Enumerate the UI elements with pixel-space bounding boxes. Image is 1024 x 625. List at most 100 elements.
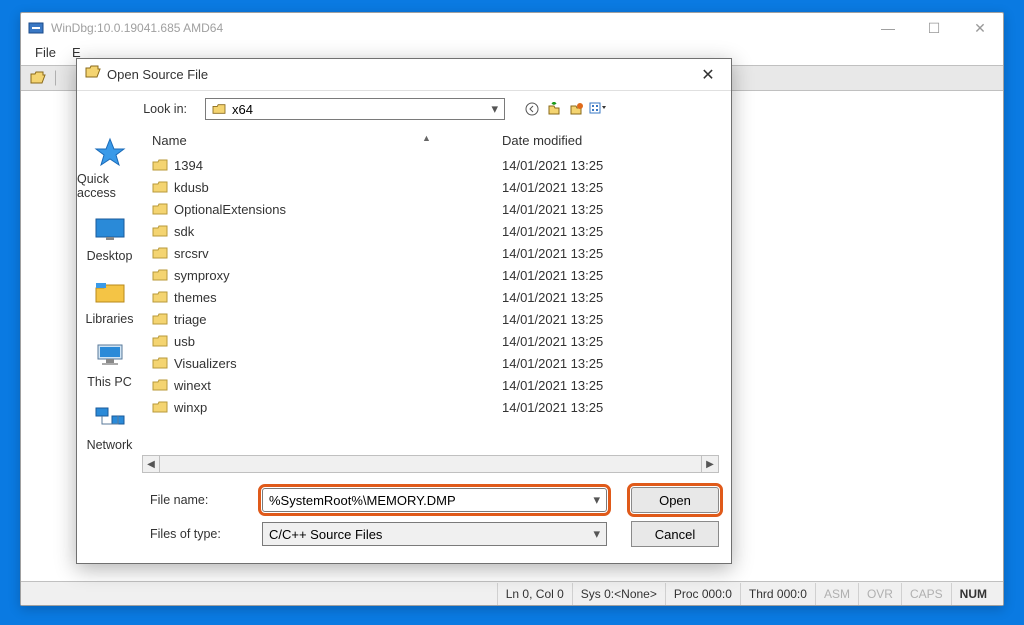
status-num: NUM — [951, 583, 995, 605]
dialog-body: Quick access Desktop Libraries This PC N… — [77, 127, 731, 563]
lookin-label: Look in: — [89, 102, 197, 116]
dialog-icon — [85, 65, 101, 84]
open-file-dialog: Open Source File ✕ Look in: x64 ▾ Quick … — [76, 58, 732, 564]
file-date: 14/01/2021 13:25 — [502, 290, 642, 305]
cancel-button[interactable]: Cancel — [631, 521, 719, 547]
lookin-row: Look in: x64 ▾ — [77, 91, 731, 127]
this-pc-icon — [90, 338, 130, 372]
sort-asc-icon: ▲ — [422, 133, 431, 143]
list-item[interactable]: Visualizers14/01/2021 13:25 — [142, 352, 719, 374]
place-network[interactable]: Network — [77, 401, 142, 452]
lookin-value: x64 — [232, 102, 253, 117]
file-name: sdk — [174, 224, 502, 239]
file-date: 14/01/2021 13:25 — [502, 158, 642, 173]
list-item[interactable]: triage14/01/2021 13:25 — [142, 308, 719, 330]
filetype-label: Files of type: — [142, 527, 262, 541]
scroll-right-icon[interactable]: ▶ — [701, 455, 719, 473]
window-title: WinDbg:10.0.19041.685 AMD64 — [51, 21, 865, 35]
status-thrd: Thrd 000:0 — [740, 583, 815, 605]
list-item[interactable]: OptionalExtensions14/01/2021 13:25 — [142, 198, 719, 220]
open-file-icon[interactable] — [27, 68, 49, 88]
horizontal-scrollbar[interactable]: ◀ ▶ — [142, 455, 719, 473]
app-icon — [27, 19, 45, 37]
toolbar-sep — [55, 70, 57, 86]
file-date: 14/01/2021 13:25 — [502, 202, 642, 217]
filename-value: %SystemRoot%\MEMORY.DMP — [269, 493, 456, 508]
file-list[interactable]: 139414/01/2021 13:25kdusb14/01/2021 13:2… — [142, 154, 719, 449]
filename-label: File name: — [142, 493, 262, 507]
list-item[interactable]: kdusb14/01/2021 13:25 — [142, 176, 719, 198]
maximize-button[interactable]: ☐ — [911, 13, 957, 43]
status-proc: Proc 000:0 — [665, 583, 740, 605]
lookin-select[interactable]: x64 ▾ — [205, 98, 505, 120]
scroll-left-icon[interactable]: ◀ — [142, 455, 160, 473]
file-name: kdusb — [174, 180, 502, 195]
file-name: themes — [174, 290, 502, 305]
list-header: Name ▲ Date modified — [142, 127, 719, 154]
col-date[interactable]: Date modified — [502, 133, 642, 148]
close-button[interactable]: ✕ — [957, 13, 1003, 43]
file-date: 14/01/2021 13:25 — [502, 224, 642, 239]
file-date: 14/01/2021 13:25 — [502, 246, 642, 261]
chevron-down-icon[interactable]: ▾ — [593, 526, 600, 542]
view-menu-icon[interactable] — [589, 100, 607, 118]
status-caps: CAPS — [901, 583, 951, 605]
places-bar: Quick access Desktop Libraries This PC N… — [77, 127, 142, 563]
file-name: OptionalExtensions — [174, 202, 502, 217]
chevron-down-icon[interactable]: ▾ — [593, 492, 600, 508]
col-name[interactable]: Name — [152, 133, 502, 148]
file-name: 1394 — [174, 158, 502, 173]
place-desktop[interactable]: Desktop — [77, 212, 142, 263]
filetype-value: C/C++ Source Files — [269, 527, 382, 542]
list-item[interactable]: winxp14/01/2021 13:25 — [142, 396, 719, 418]
status-sys: Sys 0:<None> — [572, 583, 665, 605]
list-item[interactable]: themes14/01/2021 13:25 — [142, 286, 719, 308]
place-quick-access[interactable]: Quick access — [77, 135, 142, 200]
new-folder-icon[interactable] — [567, 100, 585, 118]
quick-access-icon — [90, 135, 130, 169]
file-name: winext — [174, 378, 502, 393]
file-name: usb — [174, 334, 502, 349]
file-date: 14/01/2021 13:25 — [502, 312, 642, 327]
status-asm: ASM — [815, 583, 858, 605]
place-libraries[interactable]: Libraries — [77, 275, 142, 326]
up-folder-icon[interactable] — [545, 100, 563, 118]
open-button[interactable]: Open — [631, 487, 719, 513]
window-controls: — ☐ ✕ — [865, 13, 1003, 43]
place-this-pc[interactable]: This PC — [77, 338, 142, 389]
file-name: triage — [174, 312, 502, 327]
titlebar: WinDbg:10.0.19041.685 AMD64 — ☐ ✕ — [21, 13, 1003, 43]
file-name: srcsrv — [174, 246, 502, 261]
status-lncol: Ln 0, Col 0 — [497, 583, 572, 605]
bottom-controls: File name: %SystemRoot%\MEMORY.DMP ▾ Ope… — [142, 479, 719, 563]
file-name: Visualizers — [174, 356, 502, 371]
close-icon[interactable]: ✕ — [693, 65, 723, 85]
nav-icon-group — [523, 100, 607, 118]
minimize-button[interactable]: — — [865, 13, 911, 43]
filetype-select[interactable]: C/C++ Source Files ▾ — [262, 522, 607, 546]
scroll-track[interactable] — [160, 455, 701, 473]
file-date: 14/01/2021 13:25 — [502, 400, 642, 415]
network-icon — [90, 401, 130, 435]
back-icon[interactable] — [523, 100, 541, 118]
list-item[interactable]: srcsrv14/01/2021 13:25 — [142, 242, 719, 264]
desktop-icon — [90, 212, 130, 246]
dialog-title: Open Source File — [107, 67, 693, 82]
libraries-icon — [90, 275, 130, 309]
menu-file[interactable]: File — [27, 43, 64, 65]
file-name: symproxy — [174, 268, 502, 283]
list-item[interactable]: winext14/01/2021 13:25 — [142, 374, 719, 396]
list-item[interactable]: 139414/01/2021 13:25 — [142, 154, 719, 176]
list-item[interactable]: symproxy14/01/2021 13:25 — [142, 264, 719, 286]
list-item[interactable]: usb14/01/2021 13:25 — [142, 330, 719, 352]
filename-field[interactable]: %SystemRoot%\MEMORY.DMP ▾ — [262, 488, 607, 512]
file-name: winxp — [174, 400, 502, 415]
statusbar: Ln 0, Col 0 Sys 0:<None> Proc 000:0 Thrd… — [21, 581, 1003, 605]
file-list-pane: Name ▲ Date modified 139414/01/2021 13:2… — [142, 127, 731, 563]
file-date: 14/01/2021 13:25 — [502, 180, 642, 195]
list-item[interactable]: sdk14/01/2021 13:25 — [142, 220, 719, 242]
file-date: 14/01/2021 13:25 — [502, 268, 642, 283]
dialog-titlebar: Open Source File ✕ — [77, 59, 731, 91]
file-date: 14/01/2021 13:25 — [502, 356, 642, 371]
file-date: 14/01/2021 13:25 — [502, 378, 642, 393]
